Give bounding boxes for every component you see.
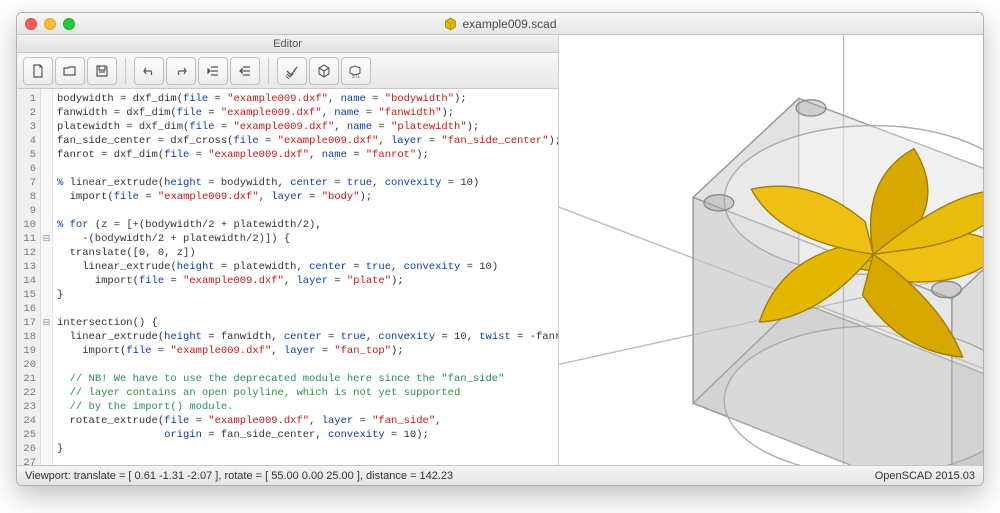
- axis-triad: x y z: [562, 463, 643, 465]
- preview-button[interactable]: [277, 57, 307, 85]
- line-gutter: 1234567891011121314151617181920212223242…: [17, 89, 41, 465]
- editor-toolbar: STL: [17, 53, 558, 89]
- viewer-pane: x y z: [559, 35, 983, 465]
- close-button[interactable]: [25, 18, 37, 30]
- 3d-viewport[interactable]: x y z: [559, 35, 983, 465]
- zoom-button[interactable]: [63, 18, 75, 30]
- save-button[interactable]: [87, 57, 117, 85]
- new-button[interactable]: [23, 57, 53, 85]
- open-button[interactable]: [55, 57, 85, 85]
- redo-button[interactable]: [166, 57, 196, 85]
- window-title: example009.scad: [462, 17, 556, 31]
- editor-pane: Editor STL 123456789101112131415: [17, 35, 559, 465]
- statusbar: Viewport: translate = [ 0.61 -1.31 -2.07…: [17, 465, 983, 485]
- viewport-status: Viewport: translate = [ 0.61 -1.31 -2.07…: [25, 470, 453, 482]
- code-editor[interactable]: bodywidth = dxf_dim(file = "example009.d…: [53, 89, 558, 465]
- app-window: example009.scad Editor STL: [16, 12, 984, 486]
- unindent-button[interactable]: [198, 57, 228, 85]
- editor-header: Editor: [17, 35, 558, 53]
- fold-gutter[interactable]: ⊟⊟: [41, 89, 53, 465]
- minimize-button[interactable]: [44, 18, 56, 30]
- export-stl-button[interactable]: STL: [341, 57, 371, 85]
- svg-text:STL: STL: [351, 74, 360, 79]
- version-label: OpenSCAD 2015.03: [875, 470, 975, 482]
- indent-button[interactable]: [230, 57, 260, 85]
- render-button[interactable]: [309, 57, 339, 85]
- app-icon: [443, 17, 457, 31]
- svg-text:z: z: [596, 463, 602, 465]
- undo-button[interactable]: [134, 57, 164, 85]
- titlebar: example009.scad: [17, 13, 983, 35]
